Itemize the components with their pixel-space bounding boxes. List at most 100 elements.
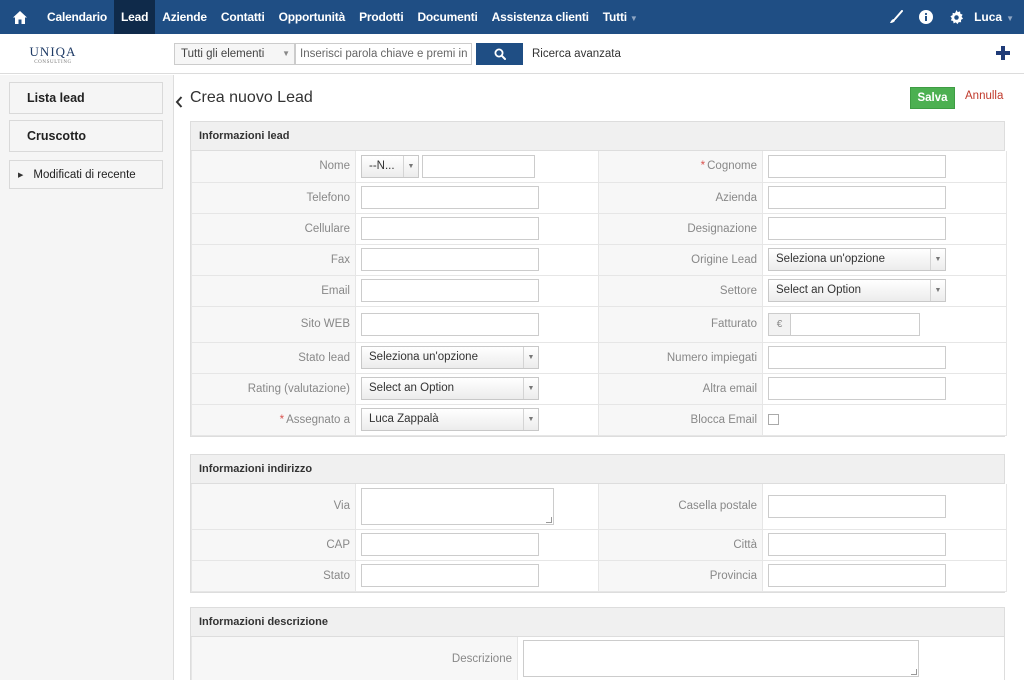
field-label: Numero impiegati: [598, 341, 763, 374]
fax-input[interactable]: [361, 248, 539, 271]
mobile-input[interactable]: [361, 217, 539, 240]
info-icon[interactable]: [914, 0, 938, 34]
lead-source-select[interactable]: Seleziona un'opzione ▼: [768, 248, 946, 271]
chevron-down-icon: ▼: [403, 155, 418, 177]
field-value: [762, 372, 1007, 405]
plus-icon[interactable]: [993, 43, 1013, 63]
province-input[interactable]: [768, 564, 946, 587]
rating-select[interactable]: Select an Option ▼: [361, 377, 539, 400]
field-value: [762, 559, 1007, 592]
field-label: Descrizione: [191, 637, 518, 680]
nav-label: Assistenza clienti: [491, 10, 589, 24]
company-logo[interactable]: UNIQA CONSULTING: [14, 39, 92, 71]
nav-contatti[interactable]: Contatti: [214, 0, 272, 34]
assigned-to-select[interactable]: Luca Zappalà ▼: [361, 408, 539, 431]
cancel-link[interactable]: Annulla: [965, 90, 1003, 102]
field-label: Stato lead: [191, 341, 356, 374]
website-input[interactable]: [361, 312, 539, 336]
nav-label: Aziende: [162, 10, 207, 24]
field-value: --N... ▼: [355, 151, 599, 183]
sidebar-recent-label: Modificati di recente: [33, 168, 136, 181]
industry-select[interactable]: Select an Option ▼: [768, 279, 946, 302]
phone-input[interactable]: [361, 186, 539, 209]
field-value: Select an Option ▼: [355, 372, 599, 405]
first-name-input[interactable]: [422, 154, 536, 178]
user-menu[interactable]: Luca ▼: [974, 10, 1024, 24]
gear-icon[interactable]: [944, 0, 968, 34]
field-label: Stato: [191, 559, 356, 592]
sidebar-recent-toggle[interactable]: ▶ Modificati di recente: [9, 160, 163, 189]
field-value: Select an Option ▼: [762, 274, 1007, 307]
field-value: [762, 528, 1007, 561]
resize-handle-icon[interactable]: [911, 669, 917, 676]
nav-lead[interactable]: Lead: [114, 0, 156, 34]
chevron-down-icon: ▼: [523, 378, 538, 399]
field-row: Nome --N... ▼ * Cognome: [191, 151, 1007, 183]
field-value: Luca Zappalà ▼: [355, 403, 599, 436]
nav-assistenza-clienti[interactable]: Assistenza clienti: [485, 0, 596, 34]
nav-label: Lead: [121, 10, 149, 24]
field-value: €: [762, 305, 1007, 343]
nav-tutti[interactable]: Tutti ▼: [596, 0, 645, 34]
block-title: Informazioni descrizione: [191, 608, 1004, 637]
sidebar: Lista lead Cruscotto ▶ Modificati di rece…: [0, 75, 174, 680]
nav-documenti[interactable]: Documenti: [410, 0, 484, 34]
field-value: [762, 484, 1007, 530]
salutation-select[interactable]: --N... ▼: [361, 154, 419, 178]
city-input[interactable]: [768, 533, 946, 556]
field-value: [355, 243, 599, 276]
email-input[interactable]: [361, 279, 539, 302]
field-value: [355, 274, 599, 307]
nav-opportunita[interactable]: Opportunità: [272, 0, 352, 34]
description-textarea[interactable]: [523, 640, 919, 678]
nav-prodotti[interactable]: Prodotti: [352, 0, 410, 34]
secondary-email-input[interactable]: [768, 377, 946, 400]
search-scope-select[interactable]: Tutti gli elementi ▼: [174, 43, 295, 65]
field-label: Rating (valutazione): [191, 372, 356, 405]
save-button[interactable]: Salva: [910, 87, 955, 109]
select-value: Seleziona un'opzione: [369, 351, 478, 363]
designation-input[interactable]: [768, 217, 946, 240]
po-box-input[interactable]: [768, 494, 946, 518]
field-value: [762, 403, 1007, 436]
address-fields-table: Via Casella postale CAP Città Stato Prov…: [191, 484, 1007, 592]
chevron-down-icon: ▼: [523, 347, 538, 368]
home-icon[interactable]: [0, 0, 40, 34]
field-value: [762, 341, 1007, 374]
last-name-input[interactable]: [768, 154, 946, 178]
country-input[interactable]: [361, 564, 539, 587]
revenue-input[interactable]: €: [768, 312, 920, 336]
field-label: Via: [191, 484, 356, 530]
field-value: [762, 212, 1007, 245]
search-button[interactable]: [476, 43, 523, 65]
street-textarea[interactable]: [361, 487, 554, 525]
field-label: Blocca Email: [598, 403, 763, 436]
euro-icon: €: [769, 313, 791, 335]
field-value: [355, 305, 599, 343]
employees-input[interactable]: [768, 346, 946, 369]
lead-fields-table: Nome --N... ▼ * Cognome Telefono Azienda C…: [191, 151, 1007, 436]
block-email-checkbox[interactable]: [768, 413, 779, 425]
brush-icon[interactable]: [884, 0, 908, 34]
search-input[interactable]: [295, 43, 472, 65]
nav-aziende[interactable]: Aziende: [155, 0, 214, 34]
nav-calendario[interactable]: Calendario: [40, 0, 114, 34]
resize-handle-icon[interactable]: [546, 516, 552, 523]
lead-status-select[interactable]: Seleziona un'opzione ▼: [361, 346, 539, 369]
field-value: [355, 212, 599, 245]
postal-code-input[interactable]: [361, 533, 539, 556]
sidebar-item-cruscotto[interactable]: Cruscotto: [9, 120, 163, 152]
block-title: Informazioni indirizzo: [191, 455, 1004, 484]
sidebar-item-lista-lead[interactable]: Lista lead: [9, 82, 163, 114]
collapse-sidebar-icon[interactable]: [174, 95, 184, 109]
field-label: Settore: [598, 274, 763, 307]
block-title: Informazioni lead: [191, 122, 1004, 151]
nav-label: Contatti: [220, 10, 265, 24]
field-label: Nome: [191, 151, 356, 183]
company-input[interactable]: [768, 186, 946, 209]
field-value: [355, 181, 599, 214]
user-name: Luca: [974, 10, 1003, 24]
nav-label: Tutti: [602, 10, 627, 24]
advanced-search-link[interactable]: Ricerca avanzata: [532, 48, 621, 60]
search-scope-value: Tutti gli elementi: [181, 48, 265, 60]
